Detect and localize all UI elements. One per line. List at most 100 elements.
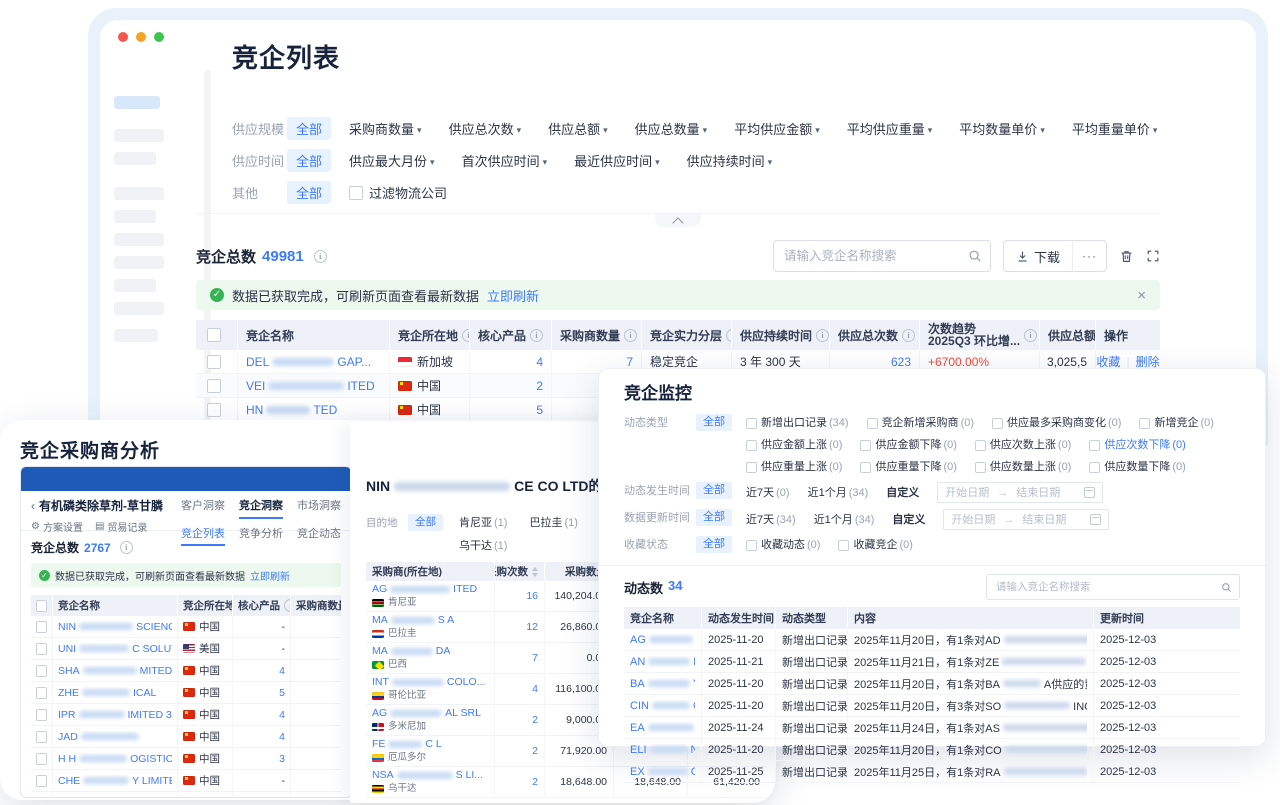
column-header[interactable]: 竞企所在地i [178,595,233,616]
filter-chip-all[interactable]: 全部 [696,536,732,553]
type-option[interactable]: 竞企新增采购商(0) [867,414,974,432]
column-header[interactable]: 操作 [1096,320,1160,350]
tab-市场洞察[interactable]: 市场洞察 [297,497,341,519]
filter-dropdown[interactable]: 平均供应金额▾ [734,119,820,138]
filter-chip-all[interactable]: 全部 [696,482,732,499]
column-header[interactable]: 内容 [848,607,1094,629]
table-row[interactable]: ZHEICAL中国5 [31,682,341,704]
tab-竞企洞察[interactable]: 竞企洞察 [239,497,283,519]
buyer-count[interactable]: 7 [626,355,633,369]
table-row[interactable]: BAYER ...2025-11-20新增出口记录2025年11月20日，有1条… [624,673,1240,695]
destination-option[interactable]: 乌干达(1) [459,537,507,555]
filter-dropdown[interactable]: 供应总额▾ [548,119,608,138]
checkbox[interactable] [207,403,221,417]
sidebar-item-skeleton[interactable] [114,302,164,315]
column-header[interactable]: 采购商数量 [291,595,341,616]
table-row[interactable]: IPRIMITED 35...中国4 [31,704,341,726]
filter-chip-all[interactable]: 全部 [696,414,732,431]
checkbox[interactable] [860,462,871,473]
more-options-button[interactable]: ··· [1072,241,1106,271]
column-header[interactable]: 次数趋势2025Q3 环比增...i [920,320,1040,350]
column-header[interactable]: 竞企实力分层i [642,320,732,350]
column-header[interactable]: 供应持续时间i [732,320,830,350]
type-option[interactable]: 新增出口记录(34) [746,414,849,432]
core-products-count[interactable]: 4 [279,665,285,677]
sidebar-item-skeleton[interactable] [114,210,156,223]
table-row[interactable]: NINSCIENCE C...中国- [31,616,341,638]
sidebar-item-active[interactable] [114,96,160,109]
destination-option[interactable]: 肯尼亚(1) [459,514,507,532]
checkbox[interactable] [207,379,221,393]
table-row[interactable]: AGINT...2025-11-20新增出口记录2025年11月20日，有1条对… [624,629,1240,651]
collapse-filters-tab[interactable] [655,214,701,227]
column-header[interactable]: 更新时间 [1094,607,1240,629]
checkbox[interactable] [36,797,47,799]
core-products-count[interactable]: - [282,643,286,655]
filter-dropdown[interactable]: 平均数量单价▾ [959,119,1045,138]
filter-checkbox-item[interactable]: 过滤物流公司 [349,183,447,202]
subtab-竞企列表[interactable]: 竞企列表 [181,525,225,546]
checkbox[interactable] [349,186,363,200]
type-option[interactable]: 供应次数上涨(0) [975,436,1071,454]
checkbox[interactable] [36,753,47,765]
custom-range-label[interactable]: 自定义 [886,484,919,502]
column-header[interactable]: 动态类型 [776,607,848,629]
custom-range-label[interactable]: 自定义 [892,511,925,529]
competitor-search[interactable] [773,240,991,272]
checkbox[interactable] [207,355,221,369]
table-row[interactable]: CHEY LIMITED中国- [31,770,341,792]
type-option[interactable]: 供应次数下降(0) [1089,436,1185,454]
table-row[interactable]: SHAMITED中国4 [31,660,341,682]
time-option[interactable]: 近7天(34) [746,511,796,529]
filter-dropdown[interactable]: 供应总数量▾ [635,119,708,138]
close-icon[interactable]: × [1137,287,1146,304]
checkbox[interactable] [36,600,47,612]
checkbox[interactable] [838,540,849,551]
type-option[interactable]: 供应重量下降(0) [860,458,956,476]
table-row[interactable]: H HOGISTICS C...中国3 [31,748,341,770]
fullscreen-button[interactable] [1146,249,1160,263]
purchase-times[interactable]: 2 [532,745,538,757]
sidebar-item-skeleton[interactable] [114,329,158,342]
core-products-count[interactable]: 2 [536,379,543,393]
maximize-dot[interactable] [154,32,164,42]
filter-chip-all[interactable]: 全部 [696,509,732,526]
checkbox[interactable] [36,775,47,787]
menu-doc-icon[interactable]: ▤贸易记录 [95,519,147,534]
checkbox[interactable] [746,540,757,551]
filter-dropdown[interactable]: 平均供应重量▾ [847,119,933,138]
checkbox[interactable] [1089,462,1100,473]
search-input[interactable] [782,248,968,264]
purchase-times[interactable]: 12 [526,621,538,633]
table-row[interactable]: UNIC SOLUTI...美国- [31,638,341,660]
menu-gear-icon[interactable]: ⚙方案设置 [31,519,83,534]
favorite-option[interactable]: 收藏竞企(0) [838,536,912,554]
checkbox[interactable] [36,709,47,721]
core-products-count[interactable]: - [282,797,286,799]
supply-times[interactable]: 623 [891,355,911,369]
purchase-times[interactable]: 2 [532,714,538,726]
checkbox[interactable] [746,418,757,429]
column-header[interactable]: 核心产品i [470,320,552,350]
type-option[interactable]: 新增竞企(0) [1139,414,1213,432]
filter-dropdown[interactable]: 首次供应时间▾ [462,151,548,170]
delete-list-button[interactable] [1119,249,1134,264]
core-products-count[interactable]: - [282,775,286,787]
table-row[interactable]: JAD中国4 [31,726,341,748]
close-dot[interactable] [118,32,128,42]
table-row[interactable]: ULTOGISTICS ...中国- [31,792,341,798]
sidebar-item-skeleton[interactable] [114,187,164,200]
filter-dropdown[interactable]: 供应总次数▾ [449,119,522,138]
checkbox[interactable] [36,643,47,655]
checkbox[interactable] [207,328,221,342]
favorite-option[interactable]: 收藏动态(0) [746,536,820,554]
time-option[interactable]: 近1个月(34) [814,511,875,529]
date-range-input[interactable]: 开始日期→结束日期 [937,482,1103,503]
table-row[interactable]: ANBIO...2025-11-21新增出口记录2025年11月21日，有1条对… [624,651,1240,673]
time-option[interactable]: 近7天(0) [746,484,790,502]
destination-option[interactable]: 巴拉圭(1) [529,514,577,532]
filter-chip-all[interactable]: 全部 [287,149,331,172]
date-range-input[interactable]: 开始日期→结束日期 [943,509,1109,530]
checkbox[interactable] [975,440,986,451]
column-header[interactable]: 供应总次数i [830,320,920,350]
